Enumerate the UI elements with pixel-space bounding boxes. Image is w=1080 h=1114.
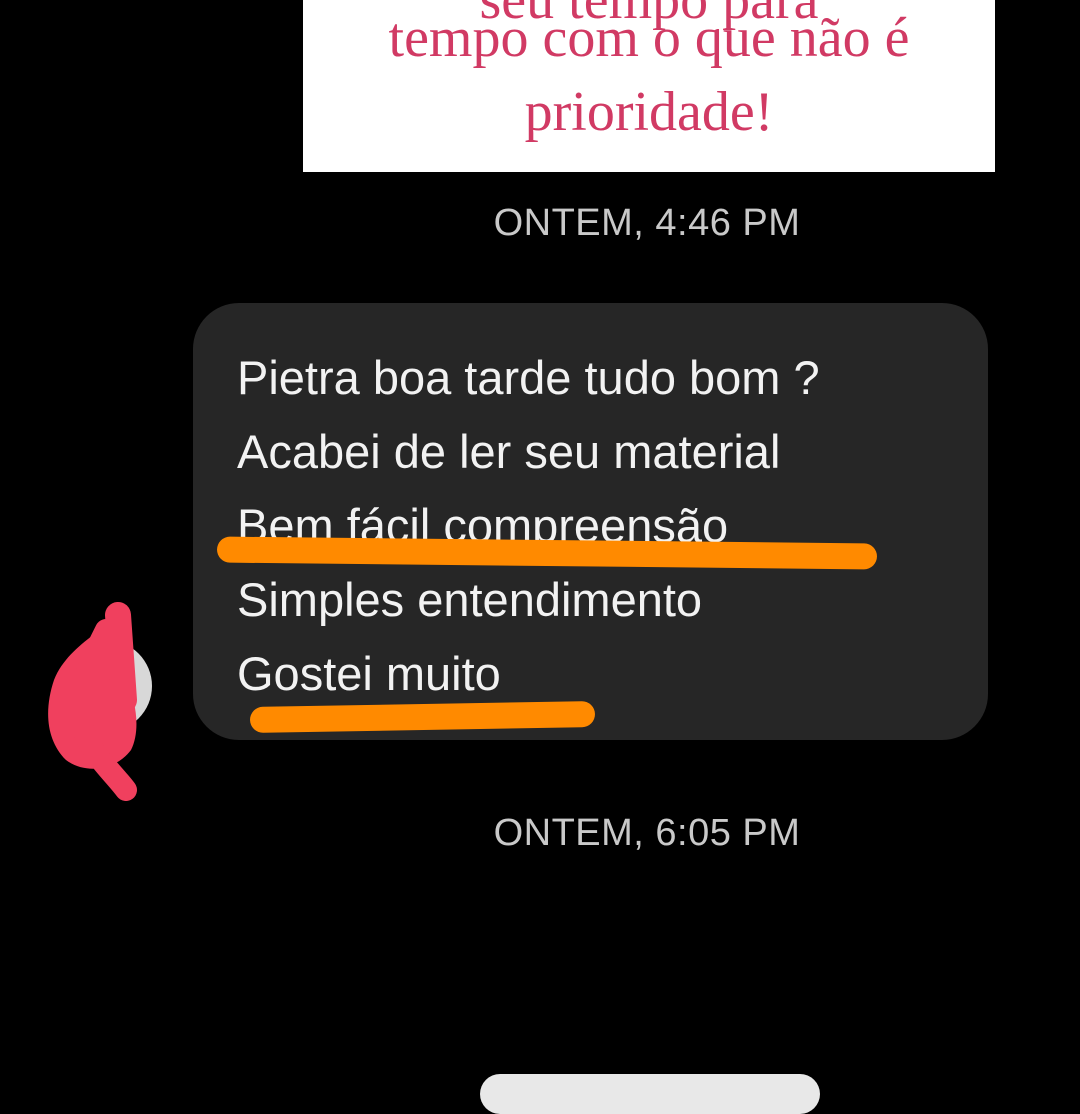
bottom-home-indicator [480,1074,820,1114]
timestamp: ONTEM, 4:46 PM [493,202,801,244]
shared-post-text-line-2: prioridade! [524,81,774,143]
message-line: Gostei muito [237,647,501,700]
message-line: Simples entendimento [237,573,703,626]
redaction-scribble [48,602,137,801]
shared-post-card[interactable]: seu tempo para tempo com o que não é pri… [303,0,995,172]
message-bubble[interactable]: Pietra boa tarde tudo bom ? Acabei de le… [193,303,988,740]
message-line: Pietra boa tarde tudo bom ? [237,351,820,404]
timestamp: ONTEM, 6:05 PM [493,812,801,854]
shared-post-text-line-1: tempo com o que não é [388,7,910,69]
message-line: Acabei de ler seu material [237,425,781,478]
